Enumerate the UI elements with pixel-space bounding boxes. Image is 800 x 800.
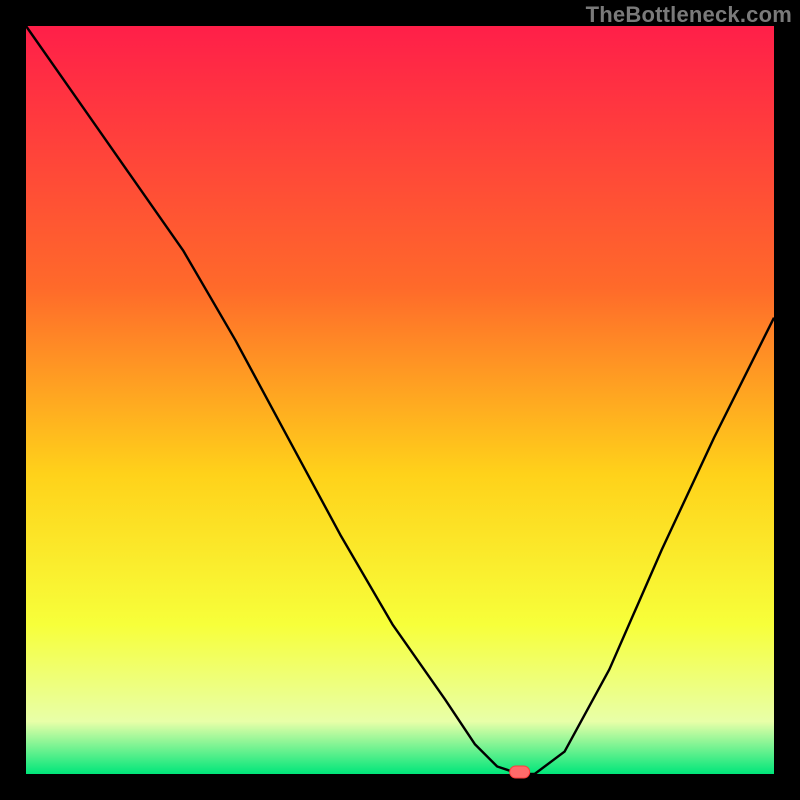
optimum-marker: [510, 766, 530, 778]
bottleneck-chart: [0, 0, 800, 800]
watermark-label: TheBottleneck.com: [586, 2, 792, 28]
chart-stage: TheBottleneck.com: [0, 0, 800, 800]
plot-background: [26, 26, 774, 774]
